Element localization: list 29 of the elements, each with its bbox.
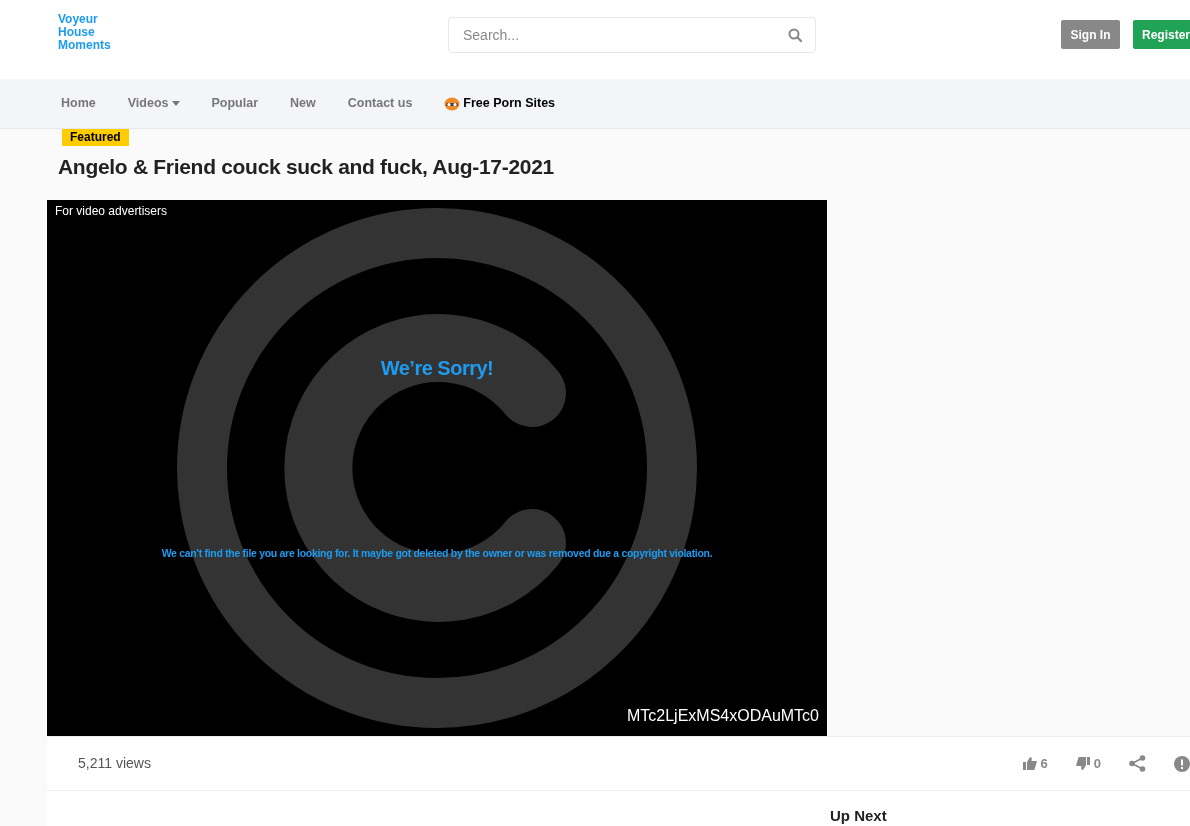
caret-icon	[171, 101, 180, 106]
thumbs-up-icon	[1022, 757, 1037, 770]
site-logo[interactable]: Voyeur House Moments	[58, 13, 111, 52]
nav-link[interactable]: Contact us	[347, 94, 413, 113]
error-heading: We’re Sorry!	[379, 356, 495, 381]
report-button[interactable]	[1174, 755, 1190, 772]
view-count: 5,211 views	[78, 754, 151, 773]
video-player[interactable]: For video advertisers We’re Sorry! We can't find the file you are looking for. It maybe got deleted by the owner or was removed due a copyright violation. MTc2LjExMS4xODAuMTc0	[47, 200, 827, 736]
register-button[interactable]: Register	[1133, 20, 1190, 49]
featured-badge: Featured	[62, 129, 129, 146]
video-title: Angelo & Friend couck suck and fuck, Aug-17-2021	[58, 154, 554, 180]
nav-link[interactable]: Videos	[127, 94, 180, 113]
like-button[interactable]: 6	[1022, 753, 1048, 774]
nav-link[interactable]: Popular	[211, 94, 259, 113]
nav-link[interactable]: Home	[61, 94, 96, 113]
emoji-icon	[444, 96, 461, 111]
video-code: MTc2LjExMS4xODAuMTc0	[626, 706, 819, 726]
sign-in-button[interactable]: Sign In	[1061, 20, 1120, 49]
share-icon	[1129, 755, 1146, 772]
advertiser-label[interactable]: For video advertisers	[55, 202, 168, 220]
search-field[interactable]: Search...	[448, 17, 816, 53]
thumbs-down-icon	[1075, 757, 1090, 770]
error-message: We can't find the file you are looking for. It maybe got deleted by the owner or was removed due a copyright violation.	[160, 546, 714, 561]
share-button[interactable]	[1129, 755, 1146, 772]
dislike-button[interactable]: 0	[1075, 753, 1101, 774]
nav-link[interactable]: New	[290, 94, 316, 113]
search-icon[interactable]	[788, 28, 802, 42]
section-heading: Up Next	[830, 806, 887, 826]
promo-link[interactable]: Free Porn Sites	[444, 94, 556, 113]
